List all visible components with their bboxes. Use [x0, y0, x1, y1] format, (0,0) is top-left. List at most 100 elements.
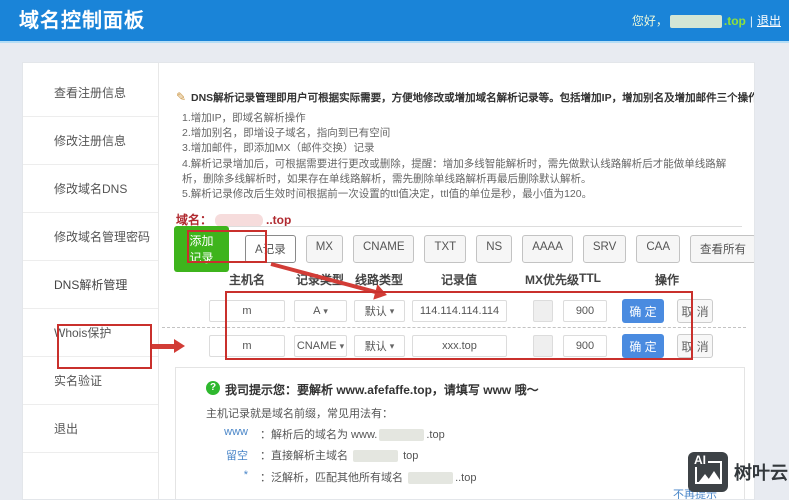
- intro-line: 2.增加别名，即增设子域名，指向到已有空间: [182, 126, 742, 141]
- usage-key-www[interactable]: www: [216, 426, 248, 438]
- add-record-button[interactable]: 添加记录: [174, 226, 229, 272]
- watermark: AI 树叶云: [688, 452, 788, 492]
- tip-subtitle: 主机记录就是域名前缀，常见用法有：: [206, 405, 393, 421]
- intro-lines: 1.增加IP，即域名解析操作 2.增加别名，即增设子域名，指向到已有空间 3.增…: [176, 111, 742, 202]
- col-header-value: 记录值: [441, 271, 477, 288]
- divider: [176, 226, 742, 227]
- page-title: 域名控制面板: [19, 0, 145, 42]
- col-header-action: 操作: [655, 271, 679, 288]
- usage-desc: ：直接解析主域名 top: [260, 447, 418, 463]
- domain-label-suffix: ..top: [266, 213, 291, 227]
- record-type-value: A: [313, 305, 320, 317]
- account-domain-suffix: .top: [724, 14, 746, 28]
- censored-domain: [408, 472, 453, 484]
- intro-lead: ✎DNS解析记录管理即用户可根据实际需要，方便地修改或增加域名解析记录等。包括增…: [176, 91, 742, 106]
- sidebar-item-edit-password[interactable]: 修改域名管理密码: [23, 213, 158, 261]
- ttl-input[interactable]: [563, 335, 607, 357]
- host-input[interactable]: [209, 300, 285, 322]
- sidebar-item-view-registration[interactable]: 查看注册信息: [23, 69, 158, 117]
- ai-label: AI: [692, 453, 708, 467]
- sidebar-item-edit-registration[interactable]: 修改注册信息: [23, 117, 158, 165]
- row-divider-dashed: [162, 327, 746, 328]
- usage-desc-suffix: top: [400, 450, 418, 462]
- usage-desc-prefix: ：泛解析，匹配其他所有域名: [260, 472, 406, 484]
- usage-desc: ：解析后的域名为 www..top: [260, 426, 445, 442]
- mx-priority-input[interactable]: [533, 335, 553, 357]
- domain-control-panel-page: 域名控制面板 您好， .top | 退出 查看注册信息 修改注册信息 修改域名DNS …: [0, 0, 789, 500]
- col-header-ttl: TTL: [579, 271, 601, 285]
- record-type-tabs: A记录 MX CNAME TXT NS AAAA SRV CAA 查看所有: [245, 235, 755, 263]
- confirm-button[interactable]: 确 定: [622, 299, 664, 323]
- line-type-select[interactable]: 默认▾: [354, 335, 405, 357]
- tab-srv[interactable]: SRV: [583, 235, 626, 263]
- sidebar-item-realname[interactable]: 实名验证: [23, 357, 158, 405]
- tip-title-text: 我司提示您：要解析 www.afefaffe.top，请填写 www 哦～: [225, 383, 539, 397]
- chevron-down-icon: ▾: [340, 341, 345, 352]
- header-separator: |: [750, 14, 753, 28]
- cancel-button[interactable]: 取 消: [677, 334, 713, 358]
- logout-link[interactable]: 退出: [757, 14, 781, 28]
- record-type-value: CNAME: [297, 340, 337, 352]
- usage-desc: ：泛解析，匹配其他所有域名 ..top: [260, 469, 476, 485]
- sidebar-item-edit-dns[interactable]: 修改域名DNS: [23, 165, 158, 213]
- sidebar-item-exit[interactable]: 退出: [23, 405, 158, 453]
- tab-ns[interactable]: NS: [476, 235, 512, 263]
- sidebar: 查看注册信息 修改注册信息 修改域名DNS 修改域名管理密码 DNS解析管理 W…: [23, 63, 159, 499]
- sidebar-item-whois[interactable]: Whois保护: [23, 309, 158, 357]
- tip-panel: ?我司提示您：要解析 www.afefaffe.top，请填写 www 哦～ 主…: [175, 367, 745, 500]
- cancel-button[interactable]: 取 消: [677, 299, 713, 323]
- mountain-icon: [706, 471, 722, 483]
- tab-aaaa[interactable]: AAAA: [522, 235, 573, 263]
- line-type-select[interactable]: 默认▾: [354, 300, 405, 322]
- record-row-2: CNAME▾ 默认▾ 确 定 取 消: [160, 334, 755, 360]
- tab-cname[interactable]: CNAME: [353, 235, 415, 263]
- records-table: 主机名 记录类型 线路类型 记录值 MX优先级 TTL 操作 A▾ 默认▾ 确 …: [160, 271, 755, 367]
- host-input[interactable]: [209, 335, 285, 357]
- record-row-1: A▾ 默认▾ 确 定 取 消: [160, 299, 755, 325]
- line-type-value: 默认: [365, 303, 387, 319]
- usage-desc-prefix: ：解析后的域名为 www.: [260, 429, 377, 441]
- intro-line: 5.解析记录修改后生效时间根据前一次设置的ttl值决定，ttl值的单位是秒，最小…: [182, 187, 742, 202]
- watermark-brand-text: 树叶云: [734, 459, 788, 485]
- header-account-area: 您好， .top | 退出: [632, 0, 781, 42]
- tab-txt[interactable]: TXT: [424, 235, 466, 263]
- col-header-line: 线路类型: [355, 271, 403, 288]
- record-value-input[interactable]: [412, 335, 507, 357]
- col-header-host: 主机名: [229, 271, 265, 288]
- record-value-input[interactable]: [412, 300, 507, 322]
- confirm-button[interactable]: 确 定: [622, 334, 664, 358]
- col-header-mx: MX优先级: [525, 271, 579, 288]
- greeting-text: 您好，: [632, 14, 668, 28]
- pencil-icon: ✎: [176, 90, 186, 105]
- sidebar-item-dns-records[interactable]: DNS解析管理: [23, 261, 158, 309]
- usage-desc-suffix: ..top: [455, 472, 476, 484]
- ttl-input[interactable]: [563, 300, 607, 322]
- chevron-down-icon: ▾: [390, 341, 395, 352]
- tab-a-record[interactable]: A记录: [245, 235, 296, 263]
- line-type-value: 默认: [365, 338, 387, 354]
- mx-priority-input[interactable]: [533, 300, 553, 322]
- tip-title: ?我司提示您：要解析 www.afefaffe.top，请填写 www 哦～: [206, 381, 539, 398]
- content-panel: 查看注册信息 修改注册信息 修改域名DNS 修改域名管理密码 DNS解析管理 W…: [22, 62, 755, 500]
- intro-line: 3.增加邮件，即添加MX（邮件交换）记录: [182, 141, 742, 156]
- domain-label-prefix: 域名：: [176, 213, 212, 227]
- record-type-select[interactable]: CNAME▾: [294, 335, 347, 357]
- chevron-down-icon: ▾: [323, 306, 328, 317]
- header-bar: 域名控制面板 您好， .top | 退出: [0, 0, 789, 43]
- censored-username: [670, 15, 722, 28]
- usage-key-wildcard[interactable]: *: [216, 469, 248, 481]
- main-content: ✎DNS解析记录管理即用户可根据实际需要，方便地修改或增加域名解析记录等。包括增…: [160, 63, 755, 499]
- usage-key-blank[interactable]: 留空: [216, 447, 248, 463]
- tab-caa[interactable]: CAA: [636, 235, 680, 263]
- censored-domain: [379, 429, 424, 441]
- intro-block: ✎DNS解析记录管理即用户可根据实际需要，方便地修改或增加域名解析记录等。包括增…: [176, 91, 742, 202]
- censored-domain: [353, 450, 398, 462]
- col-header-type: 记录类型: [296, 271, 344, 288]
- usage-desc-prefix: ：直接解析主域名: [260, 450, 351, 462]
- ai-image-logo-icon: AI: [688, 452, 728, 492]
- intro-line: 4.解析记录增加后，可根据需要进行更改或删除，提醒：增加多线智能解析时，需先做默…: [182, 157, 742, 187]
- tab-mx[interactable]: MX: [306, 235, 343, 263]
- tab-view-all[interactable]: 查看所有: [690, 235, 755, 263]
- record-toolbar: 添加记录 A记录 MX CNAME TXT NS AAAA SRV CAA 查看…: [174, 234, 755, 264]
- record-type-select[interactable]: A▾: [294, 300, 347, 322]
